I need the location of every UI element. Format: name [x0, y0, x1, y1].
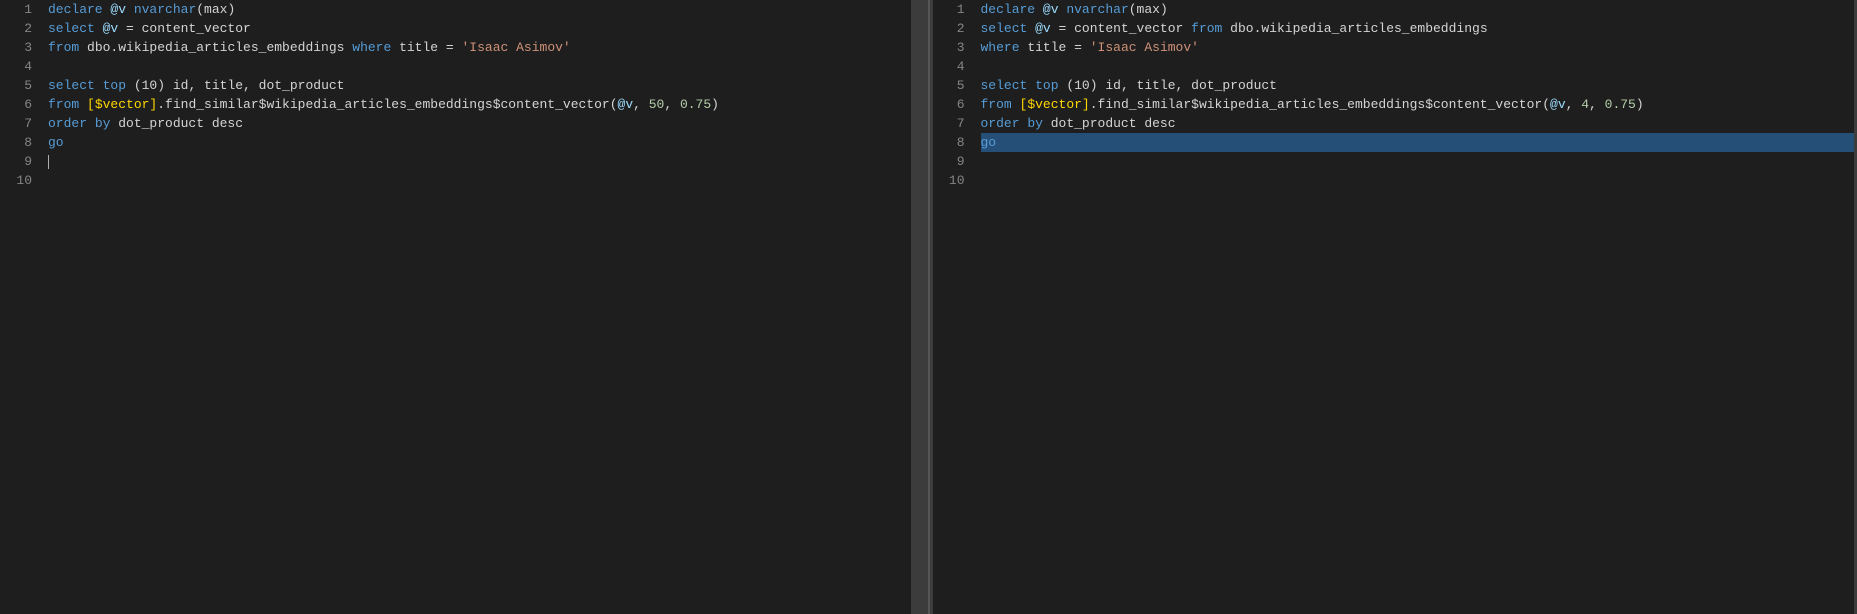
code-line: go [981, 133, 1855, 152]
code-line: go [48, 133, 911, 152]
line-number: 2 [0, 19, 32, 38]
line-number: 6 [0, 95, 32, 114]
code-line: select top (10) id, title, dot_product [48, 76, 911, 95]
line-number: 8 [0, 133, 32, 152]
code-line: where title = 'Isaac Asimov' [981, 38, 1855, 57]
line-number: 9 [0, 152, 32, 171]
right-editor-pane[interactable]: 12345678910 declare @v nvarchar(max)sele… [933, 0, 1857, 614]
line-number: 3 [0, 38, 32, 57]
code-line: declare @v nvarchar(max) [48, 0, 911, 19]
code-line: from [$vector].find_similar$wikipedia_ar… [48, 95, 911, 114]
line-number: 9 [933, 152, 965, 171]
code-line: select top (10) id, title, dot_product [981, 76, 1855, 95]
line-number: 10 [0, 171, 32, 190]
code-line: from [$vector].find_similar$wikipedia_ar… [981, 95, 1855, 114]
line-number: 5 [933, 76, 965, 95]
line-number: 4 [933, 57, 965, 76]
code-line [48, 57, 911, 76]
code-line [48, 171, 911, 190]
code-line: order by dot_product desc [981, 114, 1855, 133]
line-number: 2 [933, 19, 965, 38]
pane-divider[interactable] [925, 0, 933, 614]
left-scrollbar[interactable] [911, 0, 925, 614]
code-line: select @v = content_vector [48, 19, 911, 38]
code-line: declare @v nvarchar(max) [981, 0, 1855, 19]
code-line [981, 57, 1855, 76]
line-number: 1 [0, 0, 32, 19]
line-number: 3 [933, 38, 965, 57]
line-number: 7 [0, 114, 32, 133]
code-line: order by dot_product desc [48, 114, 911, 133]
left-code-area[interactable]: declare @v nvarchar(max)select @v = cont… [40, 0, 911, 614]
line-number: 8 [933, 133, 965, 152]
code-line: select @v = content_vector from dbo.wiki… [981, 19, 1855, 38]
line-number: 5 [0, 76, 32, 95]
code-line [48, 152, 911, 171]
line-number: 7 [933, 114, 965, 133]
right-code-area[interactable]: declare @v nvarchar(max)select @v = cont… [973, 0, 1855, 614]
right-line-numbers: 12345678910 [933, 0, 973, 614]
line-number: 10 [933, 171, 965, 190]
left-editor-pane[interactable]: 12345678910 declare @v nvarchar(max)sele… [0, 0, 925, 614]
code-line [981, 152, 1855, 171]
line-number: 6 [933, 95, 965, 114]
left-line-numbers: 12345678910 [0, 0, 40, 614]
line-number: 1 [933, 0, 965, 19]
code-line: from dbo.wikipedia_articles_embeddings w… [48, 38, 911, 57]
code-line [981, 171, 1855, 190]
line-number: 4 [0, 57, 32, 76]
